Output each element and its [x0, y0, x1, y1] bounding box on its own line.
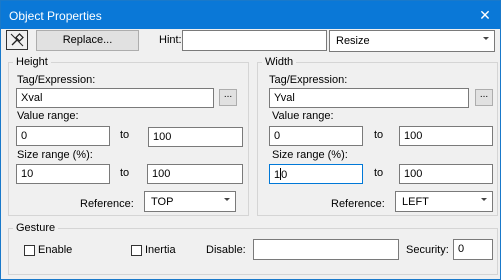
- hint-label: Hint:: [159, 34, 182, 46]
- close-icon: ✕: [479, 7, 491, 23]
- chevron-down-icon: [224, 198, 230, 201]
- height-size-range-label: Size range (%):: [17, 149, 93, 161]
- height-group-title: Height: [13, 56, 51, 68]
- width-tag-label: Tag/Expression:: [269, 74, 348, 86]
- security-label: Security:: [406, 244, 449, 256]
- hint-input[interactable]: [182, 30, 327, 51]
- height-reference-label: Reference:: [80, 198, 134, 210]
- width-size-to-label: to: [374, 167, 384, 179]
- width-tag-input[interactable]: Yval: [269, 88, 469, 108]
- height-value-min-input[interactable]: 0: [16, 126, 110, 146]
- width-size-min-input[interactable]: 10: [269, 164, 363, 184]
- enable-label[interactable]: Enable: [38, 244, 72, 256]
- height-size-max-input[interactable]: 100: [147, 164, 243, 184]
- height-value-max-input[interactable]: 100: [148, 127, 243, 147]
- height-value-to-label: to: [120, 129, 130, 141]
- width-value-max-input[interactable]: 100: [399, 126, 493, 146]
- height-tag-input[interactable]: Xval: [16, 88, 214, 108]
- height-reference-value: TOP: [151, 196, 174, 208]
- mode-select-value: Resize: [336, 35, 370, 47]
- security-input[interactable]: 0: [453, 239, 493, 260]
- pin-icon: [10, 33, 24, 47]
- width-value-to-label: to: [374, 129, 384, 141]
- chevron-down-icon: [481, 198, 487, 201]
- title-bar[interactable]: Object Properties ✕: [1, 1, 500, 29]
- height-reference-select[interactable]: TOP: [144, 191, 236, 212]
- height-value-range-label: Value range:: [17, 110, 79, 122]
- chevron-down-icon: [483, 37, 489, 40]
- mode-select[interactable]: Resize: [329, 30, 495, 52]
- width-size-min-text-after-caret: 0: [281, 169, 288, 181]
- inertia-label[interactable]: Inertia: [145, 244, 176, 256]
- width-size-max-input[interactable]: 100: [399, 164, 493, 184]
- width-reference-select[interactable]: LEFT: [395, 191, 493, 212]
- object-properties-dialog: Object Properties ✕ Replace... Hint: Res…: [0, 0, 501, 280]
- height-tag-browse-button[interactable]: ...: [219, 89, 237, 106]
- width-value-min-input[interactable]: 0: [269, 126, 363, 146]
- height-size-to-label: to: [120, 167, 130, 179]
- width-size-range-label: Size range (%):: [272, 149, 348, 161]
- width-tag-browse-button[interactable]: ...: [475, 89, 493, 106]
- height-size-min-input[interactable]: 10: [16, 164, 110, 184]
- disable-label: Disable:: [206, 244, 246, 256]
- close-button[interactable]: ✕: [476, 6, 494, 24]
- width-reference-label: Reference:: [331, 198, 385, 210]
- disable-input[interactable]: [253, 239, 399, 260]
- width-reference-value: LEFT: [402, 196, 429, 208]
- replace-button[interactable]: Replace...: [36, 30, 139, 51]
- width-value-range-label: Value range:: [272, 110, 334, 122]
- height-tag-label: Tag/Expression:: [17, 74, 96, 86]
- pin-button[interactable]: [6, 30, 28, 50]
- gesture-group-title: Gesture: [13, 222, 59, 234]
- enable-checkbox[interactable]: [24, 245, 35, 256]
- width-group-title: Width: [262, 56, 297, 68]
- inertia-checkbox[interactable]: [131, 245, 142, 256]
- dialog-title: Object Properties: [9, 9, 102, 23]
